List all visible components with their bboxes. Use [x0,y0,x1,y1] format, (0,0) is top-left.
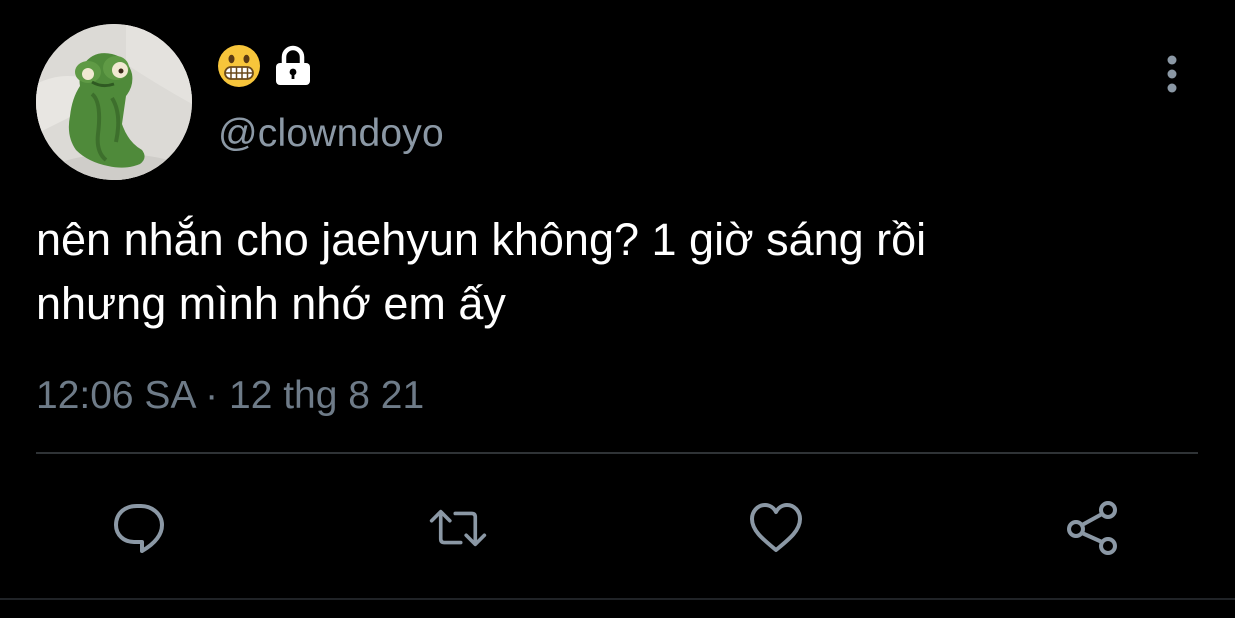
share-icon [1067,501,1117,555]
tweet-text-line: nên nhắn cho jaehyun không? 1 giờ sáng r… [36,214,927,265]
user-handle[interactable]: @clowndoyo [218,110,444,158]
meta-separator: · [205,374,219,417]
reply-button[interactable] [110,498,170,558]
divider [36,452,1198,454]
lock-icon [276,45,310,85]
retweet-icon [429,509,487,547]
more-vertical-icon [1167,55,1177,93]
display-name[interactable] [216,44,314,88]
tweet-text: nên nhắn cho jaehyun không? 1 giờ sáng r… [36,208,1196,336]
retweet-button[interactable] [428,498,488,558]
like-button[interactable] [746,498,806,558]
tweet-date: 12 thg 8 21 [229,374,425,417]
avatar[interactable] [36,24,192,180]
kermit-frog-avatar-image [36,24,192,180]
bottom-divider [0,598,1235,600]
tweet-timestamp[interactable]: 12:06 SA · 12 thg 8 21 [36,372,424,420]
tweet-time: 12:06 SA [36,374,195,417]
share-button[interactable] [1064,498,1124,558]
grimacing-face-emoji-icon [218,45,260,87]
tweet-text-line: nhưng mình nhớ em ấy [36,278,506,329]
heart-icon [750,503,802,552]
comment-icon [114,504,164,553]
more-options-button[interactable] [1152,52,1192,96]
